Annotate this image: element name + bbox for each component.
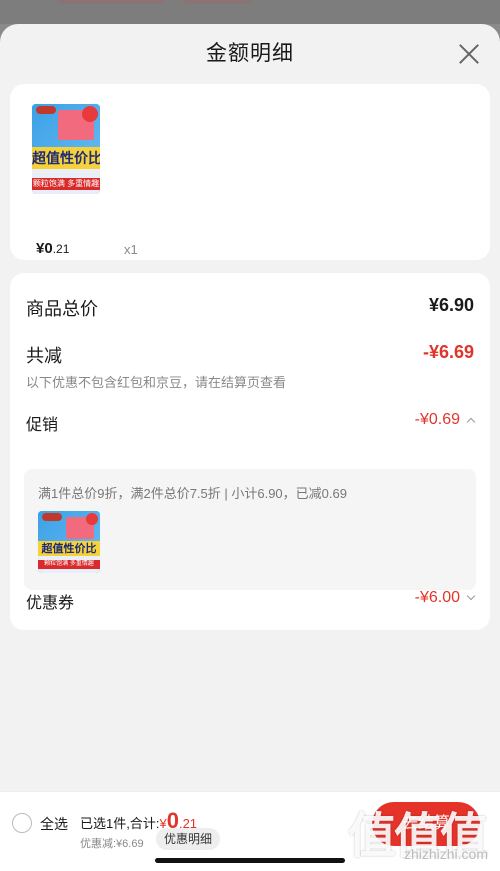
discount-value: -¥6.69 <box>422 342 474 362</box>
product-quantity: x1 <box>124 242 138 257</box>
product-price: ¥0.21 <box>36 240 69 257</box>
close-icon[interactable] <box>458 43 480 65</box>
summary-prefix: 已选1件,合计: <box>80 816 160 831</box>
home-indicator <box>155 858 345 863</box>
check-badge-icon <box>86 513 98 525</box>
thumb-headline: 超值性价比 <box>32 147 100 170</box>
backdrop-tab <box>182 0 252 4</box>
check-badge-icon <box>82 106 98 122</box>
product-card: 超值性价比 颗粒饱满 多重情趣 ¥0.21 x1 <box>10 84 490 260</box>
coupon-label: 优惠券 <box>26 595 75 612</box>
coupon-value-wrap: -¥6.00 <box>414 589 476 607</box>
discount-detail-button[interactable]: 优惠明细 <box>156 828 221 850</box>
amount-detail-card: 商品总价 ¥6.90 共减 -¥6.69 以下优惠不包含红包和京豆，请在结算页查… <box>10 273 490 630</box>
promo-value: -¥0.69 <box>414 411 460 428</box>
checkout-button[interactable]: 去结算 <box>372 802 480 846</box>
coupon-row[interactable]: 优惠券 -¥6.00 <box>26 589 476 613</box>
total-value: ¥6.90 <box>428 295 474 315</box>
discount-label: 共减 <box>26 346 62 366</box>
promo-row[interactable]: 促销 -¥0.69 <box>26 411 476 435</box>
total-label: 商品总价 <box>26 299 98 319</box>
discount-row: 共减 -¥6.69 <box>26 342 474 368</box>
coupon-value: -¥6.00 <box>414 589 460 606</box>
promo-product-thumbnail[interactable]: 超值性价比 颗粒饱满 多重情趣 <box>38 511 100 573</box>
select-all-label[interactable]: 全选 <box>40 814 68 834</box>
promo-detail-box: 满1件总价9折，满2件总价7.5折 | 小计6.90，已减0.69 超值性价比 … <box>24 469 476 590</box>
promo-label: 促销 <box>26 417 59 434</box>
dimmed-backdrop[interactable] <box>0 0 500 24</box>
saved-amount: 优惠减:¥6.69 <box>80 838 144 850</box>
backdrop-tab <box>56 0 166 4</box>
checkout-bar: 全选 已选1件,合计:¥0.21 优惠减:¥6.69 优惠明细 去结算 值值值 … <box>0 791 500 871</box>
brand-logo-icon <box>42 513 62 521</box>
watermark-url: zhizhizhi.com <box>403 846 488 862</box>
thumb-strip: 颗粒饱满 多重情趣 <box>32 178 100 190</box>
product-thumbnail[interactable]: 超值性价比 颗粒饱满 多重情趣 <box>32 104 100 194</box>
total-row: 商品总价 ¥6.90 <box>26 295 474 321</box>
thumb-strip: 颗粒饱满 多重情趣 <box>38 560 100 569</box>
brand-logo-icon <box>36 106 56 114</box>
chevron-up-icon[interactable] <box>466 417 476 427</box>
promo-value-wrap: -¥0.69 <box>414 411 476 429</box>
thumb-headline: 超值性价比 <box>38 540 100 557</box>
product-price-int: ¥0 <box>36 240 53 257</box>
product-price-dec: .21 <box>52 242 70 256</box>
discount-note: 以下优惠不包含红包和京豆，请在结算页查看 <box>26 375 287 390</box>
amount-detail-sheet: 金额明细 超值性价比 颗粒饱满 多重情趣 ¥0.21 x1 商品总价 ¥6.90… <box>0 24 500 871</box>
select-all-radio[interactable] <box>12 813 32 833</box>
sheet-title: 金额明细 <box>206 42 294 65</box>
promo-rule-text: 满1件总价9折，满2件总价7.5折 | 小计6.90，已减0.69 <box>38 486 347 501</box>
sheet-header: 金额明细 <box>0 24 500 84</box>
chevron-down-icon[interactable] <box>466 591 476 601</box>
